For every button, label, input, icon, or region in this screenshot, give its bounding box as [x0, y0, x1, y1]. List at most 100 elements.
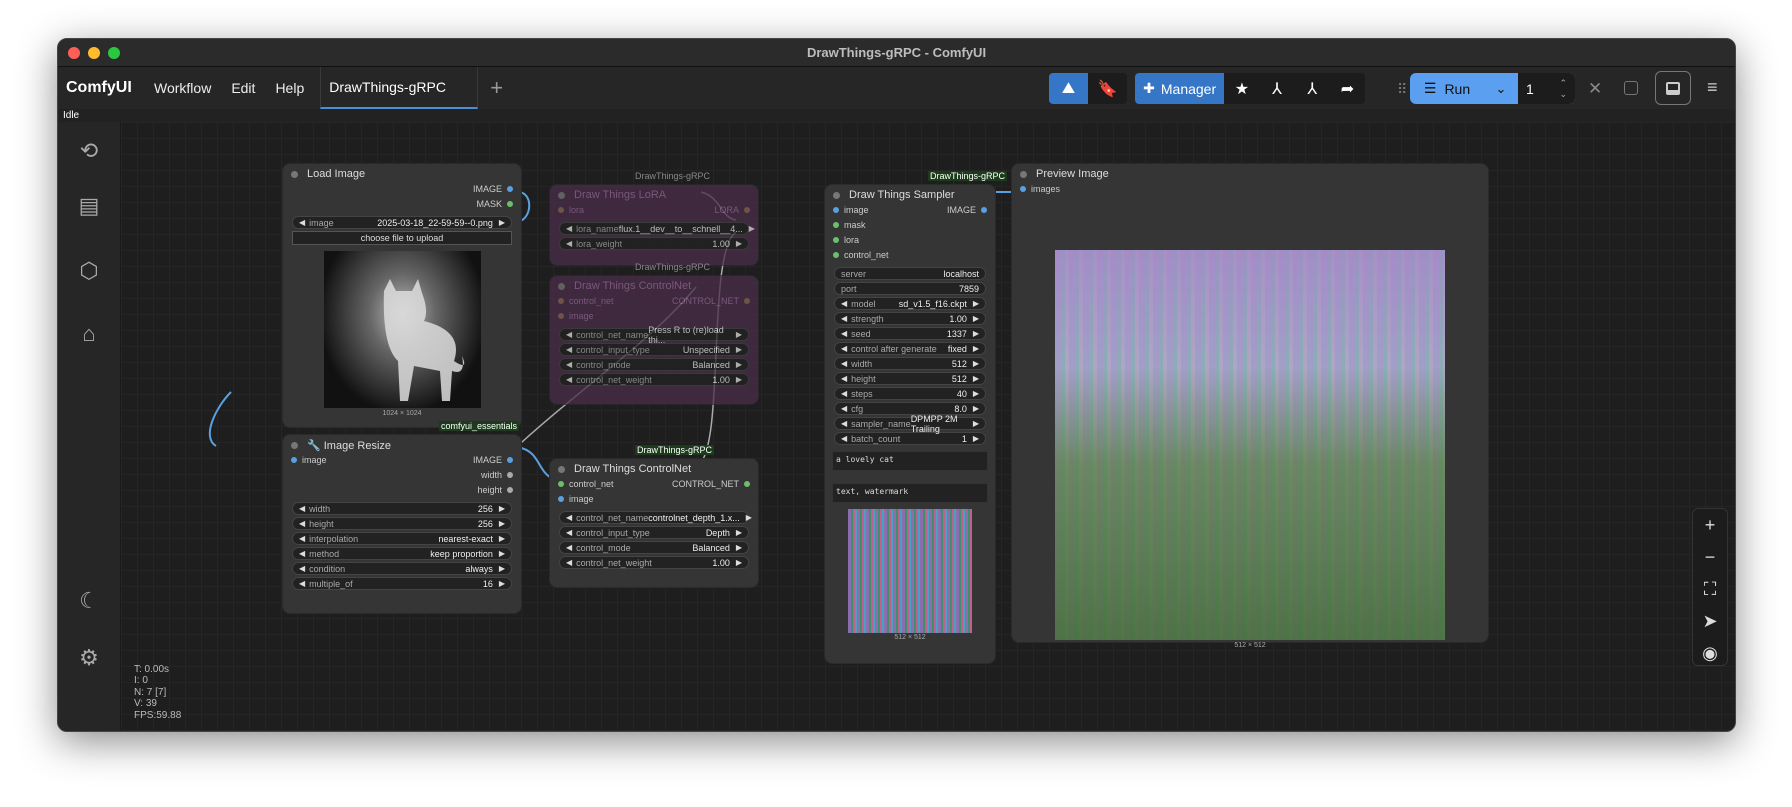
combo-widget[interactable]: ◀ width 512 ▶ [834, 357, 986, 370]
gear-icon[interactable]: ⚙ [75, 644, 103, 672]
node-header[interactable]: Draw Things Sampler [825, 185, 995, 205]
run-button[interactable]: ☰ Run [1410, 73, 1484, 104]
output-socket[interactable] [744, 481, 750, 487]
combo-widget[interactable]: ◀ batch_count 1 ▶ [834, 432, 986, 445]
menu-workflow[interactable]: Workflow [144, 67, 221, 109]
arrow-right-icon[interactable]: ▶ [499, 579, 505, 588]
combo-widget[interactable]: ◀ condition always ▶ [292, 562, 512, 575]
combo-widget[interactable]: ◀ method keep proportion ▶ [292, 547, 512, 560]
arrow-left-icon[interactable]: ◀ [841, 374, 847, 383]
cancel-icon[interactable]: ✕ [1588, 79, 1602, 99]
combo-widget[interactable]: ◀ interpolation nearest-exact ▶ [292, 532, 512, 545]
node-header[interactable]: Draw Things ControlNet [550, 459, 758, 479]
model-icon[interactable]: ⅄ [1259, 73, 1294, 104]
output-socket[interactable] [507, 472, 513, 478]
input-socket[interactable] [558, 481, 564, 487]
arrow-left-icon[interactable]: ◀ [299, 579, 305, 588]
arrow-left-icon[interactable]: ◀ [566, 360, 572, 369]
combo-widget[interactable]: ◀ width 256 ▶ [292, 502, 512, 515]
input-socket[interactable] [558, 496, 564, 502]
chevron-down-icon[interactable]: ⌄ [1484, 73, 1518, 104]
drawthings-icon[interactable]: ⛰ [1049, 73, 1088, 104]
collapse-dot[interactable] [291, 441, 298, 449]
positive-prompt-input[interactable]: a lovely cat [832, 451, 988, 471]
arrow-right-icon[interactable]: ▶ [973, 359, 979, 368]
upload-button[interactable]: choose file to upload [292, 231, 512, 245]
eye-icon[interactable]: ◉ [1693, 637, 1727, 669]
output-socket[interactable] [507, 487, 513, 493]
drag-handle-icon[interactable]: ⠿ [1397, 81, 1407, 98]
arrow-left-icon[interactable]: ◀ [841, 404, 847, 413]
input-socket[interactable] [291, 457, 297, 463]
share-icon[interactable]: ➦ [1330, 73, 1365, 104]
input-socket[interactable] [833, 222, 839, 228]
stepper-arrows-icon[interactable]: ⌃ ⌄ [1559, 78, 1567, 100]
arrow-left-icon[interactable]: ◀ [566, 528, 572, 537]
arrow-left-icon[interactable]: ◀ [566, 513, 572, 522]
star-icon[interactable]: ★ [1224, 73, 1259, 104]
arrow-left-icon[interactable]: ◀ [566, 558, 572, 567]
arrow-left-icon[interactable]: ◀ [299, 549, 305, 558]
combo-widget[interactable]: ◀ model sd_v1.5_f16.ckpt ▶ [834, 297, 986, 310]
combo-widget[interactable]: ◀ control_net_weight 1.00 ▶ [559, 373, 749, 386]
manager-button[interactable]: ✚ Manager [1135, 73, 1225, 104]
input-socket[interactable] [833, 252, 839, 258]
arrow-left-icon[interactable]: ◀ [841, 329, 847, 338]
maximize-window-button[interactable] [108, 47, 120, 59]
combo-widget[interactable]: ◀ lora_name flux.1__dev__to__schnell__4...… [559, 222, 755, 235]
arrow-left-icon[interactable]: ◀ [841, 299, 847, 308]
arrow-left-icon[interactable]: ◀ [841, 434, 847, 443]
arrow-right-icon[interactable]: ▶ [736, 330, 742, 339]
arrow-right-icon[interactable]: ▶ [973, 329, 979, 338]
menu-help[interactable]: Help [265, 67, 314, 109]
arrow-right-icon[interactable]: ▶ [499, 564, 505, 573]
output-socket[interactable] [744, 207, 750, 213]
bottom-panel-toggle[interactable] [1655, 71, 1691, 105]
minimize-window-button[interactable] [88, 47, 100, 59]
input-socket[interactable] [558, 298, 564, 304]
arrow-left-icon[interactable]: ◀ [841, 419, 847, 428]
combo-widget[interactable]: ◀ control_input_type Unspecified ▶ [559, 343, 749, 356]
arrow-right-icon[interactable]: ▶ [749, 224, 755, 233]
arrow-left-icon[interactable]: ◀ [566, 330, 572, 339]
node-controlnet[interactable]: Draw Things ControlNet control_net CONTRO… [549, 458, 759, 588]
node-preview-image[interactable]: Preview Image images 512 × 512 [1011, 163, 1489, 649]
output-socket[interactable] [507, 201, 513, 207]
close-window-button[interactable] [68, 47, 80, 59]
node-image-resize[interactable]: 🔧 Image Resize image IMAGE width height ◀… [282, 434, 522, 614]
queue-toggle-icon[interactable] [1624, 81, 1638, 95]
arrow-right-icon[interactable]: ▶ [499, 218, 505, 227]
workflow-tab[interactable]: DrawThings-gRPC [320, 67, 479, 109]
arrow-left-icon[interactable]: ◀ [299, 534, 305, 543]
combo-widget[interactable]: ◀ control_net_name Press R to (re)load thi… [559, 325, 749, 345]
input-socket[interactable] [558, 207, 564, 213]
node-header[interactable]: Draw Things ControlNet [550, 276, 758, 296]
arrow-right-icon[interactable]: ▶ [973, 314, 979, 323]
hamburger-menu-icon[interactable]: ≡ [1707, 77, 1718, 98]
zoom-in-icon[interactable]: + [1693, 509, 1727, 541]
collapse-dot[interactable] [558, 191, 565, 199]
combo-widget[interactable]: ◀ height 512 ▶ [834, 372, 986, 385]
arrow-right-icon[interactable]: ▶ [736, 239, 742, 248]
node-lora-bypassed[interactable]: Draw Things LoRA lora LORA ◀ lora_name flux… [549, 184, 759, 266]
server-field[interactable]: server localhost [834, 267, 986, 280]
negative-prompt-input[interactable]: text, watermark [832, 483, 988, 503]
combo-widget[interactable]: ◀ control_input_type Depth ▶ [559, 526, 749, 539]
combo-widget[interactable]: ◀ seed 1337 ▶ [834, 327, 986, 340]
arrow-right-icon[interactable]: ▶ [973, 299, 979, 308]
arrow-right-icon[interactable]: ▶ [736, 360, 742, 369]
add-tab-button[interactable]: + [490, 75, 503, 101]
input-socket[interactable] [1020, 186, 1026, 192]
arrow-right-icon[interactable]: ▶ [973, 419, 979, 428]
arrow-right-icon[interactable]: ▶ [736, 543, 742, 552]
port-field[interactable]: port 7859 [834, 282, 986, 295]
arrow-left-icon[interactable]: ◀ [566, 375, 572, 384]
model-alt-icon[interactable]: ⅄ [1295, 73, 1330, 104]
arrow-left-icon[interactable]: ◀ [841, 314, 847, 323]
combo-widget[interactable]: ◀ strength 1.00 ▶ [834, 312, 986, 325]
arrow-right-icon[interactable]: ▶ [973, 374, 979, 383]
arrow-left-icon[interactable]: ◀ [299, 504, 305, 513]
arrow-right-icon[interactable]: ▶ [499, 549, 505, 558]
history-icon[interactable]: ⟲ [75, 137, 103, 165]
combo-widget[interactable]: ◀ lora_weight 1.00 ▶ [559, 237, 749, 250]
